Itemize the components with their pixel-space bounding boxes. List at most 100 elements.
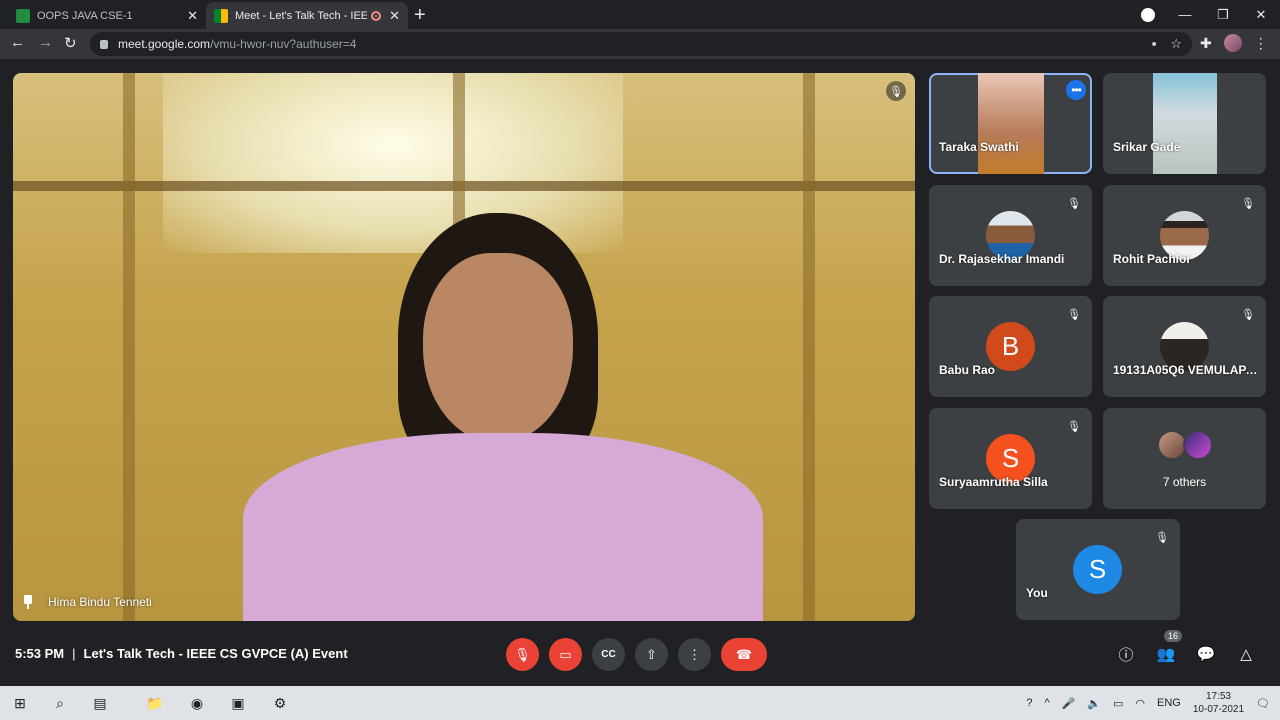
activities-icon[interactable]: △ — [1236, 644, 1256, 664]
avatar-initial: S — [1073, 545, 1122, 594]
mic-muted-icon: 🎙 — [1241, 197, 1255, 210]
captions-button[interactable]: CC — [592, 638, 625, 671]
people-icon[interactable]: 👥 16 — [1156, 630, 1183, 664]
speaker-body — [243, 433, 763, 621]
window-controls: — ❐ ✕ — [1166, 0, 1280, 29]
participant-name: Suryaamrutha Silla — [939, 475, 1048, 489]
tab-title: Meet - Let's Talk Tech - IEEE C — [235, 9, 368, 22]
participant-name: Dr. Rajasekhar Imandi — [939, 252, 1065, 266]
battery-icon[interactable]: ▭ — [1113, 697, 1123, 710]
profile-avatar[interactable] — [1223, 34, 1242, 52]
search-icon[interactable]: ⌕ — [50, 693, 70, 713]
close-window-icon[interactable]: ✕ — [1242, 7, 1280, 23]
cupboard-edge — [123, 73, 135, 621]
menu-icon[interactable]: ⋮ — [1254, 35, 1268, 52]
star-icon[interactable]: ☆ — [1170, 36, 1182, 52]
pin-icon[interactable] — [23, 595, 33, 609]
windows-taskbar: ⊞ ⌕ ▤ 📁 ◉ ▣ ⚙ ? ^ 🎤 🔈 ▭ ◠ ENG 17:53 10-0… — [0, 686, 1280, 720]
speaker-name-label: Hima Bindu Tenneti — [23, 595, 152, 609]
reload-icon[interactable]: ↻ — [64, 34, 77, 52]
participant-tile[interactable]: 🎙 S Suryaamrutha Silla — [929, 408, 1092, 509]
mic-off-button[interactable]: 🎙 — [506, 638, 539, 671]
chat-icon[interactable]: 💬 — [1196, 644, 1216, 664]
notifications-icon[interactable]: 🗨 — [1256, 697, 1270, 710]
mic-muted-icon: 🎙 — [1241, 308, 1255, 321]
settings-gear-icon[interactable]: ⚙ — [270, 693, 290, 713]
others-tile[interactable]: 7 others — [1103, 408, 1266, 509]
language-indicator[interactable]: ENG — [1157, 697, 1181, 709]
microphone-icon[interactable]: 🎤 — [1062, 697, 1076, 710]
url-host: meet.google.com — [118, 37, 211, 51]
tab-title: OOPS JAVA CSE-1 — [37, 9, 133, 22]
meet-icon — [214, 8, 228, 23]
classroom-icon — [16, 8, 30, 23]
close-tab-icon[interactable]: ✕ — [389, 8, 400, 24]
tab-meet[interactable]: Meet - Let's Talk Tech - IEEE C ✕ — [206, 2, 408, 29]
file-explorer-icon[interactable]: 📁 — [145, 693, 165, 713]
meeting-info: 5:53 PM | Let's Talk Tech - IEEE CS GVPC… — [15, 646, 348, 661]
participant-video — [1153, 73, 1217, 174]
chrome-icon[interactable]: ◉ — [187, 693, 207, 713]
more-options-button[interactable]: ⋮ — [678, 638, 711, 671]
wifi-icon[interactable]: ◠ — [1135, 697, 1145, 710]
people-count-badge: 16 — [1164, 630, 1183, 642]
meeting-title: Let's Talk Tech - IEEE CS GVPCE (A) Even… — [83, 646, 348, 661]
others-avatars — [1157, 430, 1213, 460]
participant-tile[interactable]: ••• Taraka Swathi — [929, 73, 1092, 174]
task-view-icon[interactable]: ▤ — [90, 693, 110, 713]
mic-muted-icon: 🎙 — [1067, 197, 1081, 210]
more-options-icon[interactable]: ••• — [1066, 80, 1086, 100]
main-speaker-video[interactable]: 🎙 Hima Bindu Tenneti — [13, 73, 915, 621]
participant-tile[interactable]: 🎙 Dr. Rajasekhar Imandi — [929, 185, 1092, 286]
side-panel-buttons: ⓘ 👥 16 💬 △ — [1116, 630, 1256, 664]
clock[interactable]: 17:53 10-07-2021 — [1193, 690, 1244, 716]
separator: | — [72, 646, 76, 661]
speaker-face — [423, 253, 573, 443]
self-tile[interactable]: 🎙 S You — [1016, 519, 1180, 620]
url-path: /vmu-hwor-nuv?authuser=4 — [210, 37, 357, 51]
close-tab-icon[interactable]: ✕ — [187, 8, 198, 24]
extensions-icon[interactable]: ✚ — [1200, 35, 1212, 52]
recording-icon — [371, 10, 382, 21]
participant-name: 19131A05Q6 VEMULAPA... — [1113, 363, 1258, 377]
present-button[interactable]: ⇧ — [635, 638, 668, 671]
clock-date: 10-07-2021 — [1192, 704, 1245, 715]
participant-name: You — [1026, 586, 1048, 600]
forward-icon[interactable]: → — [38, 34, 53, 51]
tab-oops-java[interactable]: OOPS JAVA CSE-1 ✕ — [8, 2, 206, 29]
speaker-figure — [233, 213, 773, 621]
camera-off-button[interactable]: ▭ — [549, 638, 582, 671]
participant-tile[interactable]: Srikar Gade — [1103, 73, 1266, 174]
info-icon[interactable]: ⓘ — [1116, 644, 1136, 664]
participant-name: Rohit Pachlor — [1113, 252, 1192, 266]
meeting-time: 5:53 PM — [15, 646, 65, 661]
meeting-controls-bar: 5:53 PM | Let's Talk Tech - IEEE CS GVPC… — [0, 628, 1280, 686]
mic-muted-icon: 🎙 — [1067, 308, 1081, 321]
participant-tile[interactable]: 🎙 19131A05Q6 VEMULAPA... — [1103, 296, 1266, 397]
mic-muted-icon: 🎙 — [886, 81, 906, 101]
address-bar[interactable]: meet.google.com/vmu-hwor-nuv?authuser=4 … — [90, 32, 1192, 56]
participant-name: Babu Rao — [939, 363, 996, 377]
system-tray: ? ^ 🎤 🔈 ▭ ◠ ENG 17:53 10-07-2021 🗨 — [1026, 686, 1270, 720]
participant-video — [978, 73, 1044, 174]
help-icon[interactable]: ? — [1026, 697, 1032, 709]
leave-call-button[interactable]: ☎ — [721, 638, 767, 671]
mic-muted-icon: 🎙 — [1155, 531, 1169, 544]
media-control-icon[interactable] — [1141, 8, 1155, 22]
app-icon[interactable]: ▣ — [228, 693, 248, 713]
maximize-icon[interactable]: ❐ — [1204, 7, 1242, 23]
new-tab-icon[interactable]: + — [414, 4, 426, 27]
volume-icon[interactable]: 🔈 — [1087, 697, 1101, 710]
lock-icon — [100, 39, 108, 49]
chevron-up-icon[interactable]: ^ — [1044, 697, 1049, 709]
camera-icon[interactable]: ▪ — [1152, 36, 1157, 52]
tab-strip: OOPS JAVA CSE-1 ✕ Meet - Let's Talk Tech… — [0, 0, 1280, 29]
windows-start-icon[interactable]: ⊞ — [10, 693, 30, 713]
participant-tile[interactable]: 🎙 Rohit Pachlor — [1103, 185, 1266, 286]
participant-name: Srikar Gade — [1113, 140, 1181, 154]
participant-tile[interactable]: 🎙 B Babu Rao — [929, 296, 1092, 397]
back-icon[interactable]: ← — [10, 34, 25, 51]
others-count: 7 others — [1162, 475, 1207, 489]
minimize-icon[interactable]: — — [1166, 7, 1204, 22]
clock-time: 17:53 — [1205, 691, 1231, 702]
